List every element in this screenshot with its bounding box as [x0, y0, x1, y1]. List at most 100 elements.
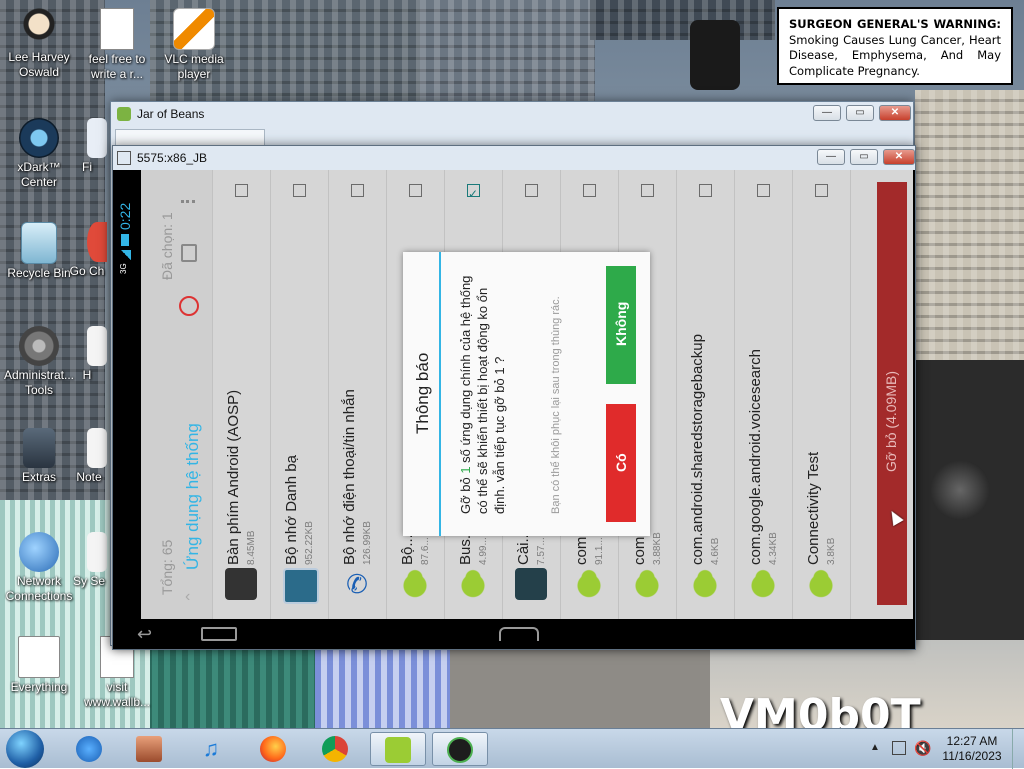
- app-checkbox[interactable]: [235, 184, 248, 197]
- no-button-label: Không: [613, 301, 629, 346]
- back-nav-icon[interactable]: ↩: [137, 625, 171, 643]
- app-size: 4.99...: [478, 537, 489, 565]
- android-icon: [747, 568, 779, 600]
- app-name: com.google.android.voicesearch: [747, 349, 764, 565]
- window-titlebar[interactable]: 5575:x86_JB: [113, 146, 915, 170]
- back-chevron-icon[interactable]: ‹: [185, 588, 190, 606]
- confirm-dialog: Thông báo Gỡ bỏ 1 số ứng dụng chính của …: [403, 252, 650, 536]
- taskbar-firefox[interactable]: [246, 732, 302, 766]
- window-titlebar[interactable]: Jar of Beans: [111, 102, 913, 126]
- desktop-icon-label: Extras: [21, 470, 56, 484]
- volume-muted-icon[interactable]: 🔇: [914, 740, 931, 757]
- close-button[interactable]: ✕: [883, 149, 915, 165]
- warning-heading: SURGEON GENERAL'S WARNING:: [789, 17, 1001, 31]
- wallpaper-toilets: [450, 650, 710, 728]
- desktop-icon-network-connections[interactable]: Network Connections: [1, 532, 77, 604]
- desktop-icon-chrome[interactable]: Go Ch: [67, 222, 107, 279]
- taskbar-media-center[interactable]: [122, 732, 178, 766]
- app-checkbox[interactable]: [641, 184, 654, 197]
- app-list-item[interactable]: Bàn phím Android (AOSP) 8.45MB: [213, 170, 271, 619]
- app-list-item[interactable]: com.android.sharedstoragebackup 4.6KB: [677, 170, 735, 619]
- android-icon: [631, 568, 663, 600]
- taskbar-itunes[interactable]: ♫: [184, 732, 240, 766]
- minimize-button[interactable]: —: [813, 105, 841, 121]
- ad-block-icon[interactable]: [179, 296, 199, 316]
- desktop-icon-text-file[interactable]: feel free to write a r...: [79, 8, 155, 82]
- warning-text: Smoking Causes Lung Cancer, Heart Diseas…: [789, 32, 1001, 78]
- signal-icon: [121, 250, 131, 260]
- wallpaper-logo-text: VM0b0T: [720, 690, 921, 728]
- app-header: Ứng dụng hệ thống Đã chọn: 1 Tổng: 65 ‹: [141, 170, 213, 619]
- emulator-app-icon: [117, 151, 131, 165]
- desktop-icon-lee-harvey-oswald[interactable]: Lee Harvey Oswald: [1, 8, 77, 80]
- music-note-icon: ♫: [202, 736, 220, 761]
- dialog-note: Bạn có thể khôi phục lại sau trong thùng…: [550, 296, 562, 514]
- app-list-item[interactable]: com.google.android.voicesearch 4.34KB: [735, 170, 793, 619]
- app-checkbox[interactable]: ✓: [467, 184, 480, 200]
- clock-time: 12:27 AM: [946, 734, 998, 748]
- show-desktop-button[interactable]: [1012, 729, 1024, 769]
- window-title: Jar of Beans: [137, 107, 205, 121]
- yes-button[interactable]: Có: [606, 404, 636, 522]
- close-button[interactable]: ✕: [879, 105, 911, 121]
- network-tray-icon[interactable]: [892, 741, 906, 755]
- taskbar-ie[interactable]: [62, 732, 118, 766]
- dialog-title: Thông báo: [413, 352, 432, 434]
- app-list-item[interactable]: Bộ nhớ điện thoại/tin nhắn 126.99KB ✆: [329, 170, 387, 619]
- internet-explorer-icon: [76, 736, 102, 762]
- recents-nav-icon[interactable]: [201, 627, 237, 641]
- app-checkbox[interactable]: [525, 184, 538, 197]
- dialog-message-count: 1: [458, 466, 473, 474]
- app-size: 3.88KB: [652, 532, 663, 565]
- app-checkbox[interactable]: [409, 184, 422, 197]
- minimize-button[interactable]: —: [817, 149, 845, 165]
- app-checkbox[interactable]: [583, 184, 596, 197]
- app-checkbox[interactable]: [757, 184, 770, 197]
- android-icon: [399, 568, 431, 600]
- maximize-button[interactable]: ▭: [846, 105, 874, 121]
- desktop-icon-system[interactable]: Sy Se: [67, 532, 111, 589]
- home-nav-icon[interactable]: [499, 627, 539, 641]
- wallpaper-speaker-head: [690, 20, 740, 90]
- overflow-menu-icon[interactable]: [181, 200, 195, 209]
- app-size: 8.45MB: [246, 530, 257, 565]
- dialog-message-pre: Gỡ bỏ: [458, 473, 473, 514]
- wallpaper-building: [590, 0, 775, 40]
- taskbar-chrome[interactable]: [308, 732, 364, 766]
- desktop-icon-notepad[interactable]: Note: [67, 428, 111, 485]
- no-button[interactable]: Không: [606, 266, 636, 384]
- app-size: 91.1...: [594, 537, 605, 565]
- app-list-item[interactable]: Bộ nhớ Danh bạ 952.22KB: [271, 170, 329, 619]
- desktop-icon-admin-tools[interactable]: Administrat... Tools: [1, 326, 77, 398]
- uninstall-button[interactable]: Gỡ bỏ (4.09MB): [877, 182, 907, 605]
- clock[interactable]: 12:27 AM 11/16/2023: [940, 734, 1004, 764]
- taskbar-and-emulator[interactable]: [432, 732, 488, 766]
- app-checkbox[interactable]: [699, 184, 712, 197]
- trash-icon[interactable]: [181, 244, 197, 262]
- show-hidden-icons-icon[interactable]: ▲: [870, 742, 880, 753]
- desktop-icon-recycle-bin[interactable]: Recycle Bin: [1, 222, 77, 281]
- desktop-icon-everything[interactable]: Everything: [1, 636, 77, 695]
- app-checkbox[interactable]: [351, 184, 364, 197]
- firefox-icon: [260, 736, 286, 762]
- desktop-icon-vlc[interactable]: VLC media player: [156, 8, 232, 82]
- start-button[interactable]: [6, 730, 44, 768]
- desktop-icon-extras[interactable]: Extras: [1, 428, 77, 485]
- app-checkbox[interactable]: [293, 184, 306, 197]
- app-name: Bộ nhớ điện thoại/tin nhắn: [341, 389, 358, 565]
- app-list-item[interactable]: Connectivity Test 3.8KB: [793, 170, 851, 619]
- maximize-button[interactable]: ▭: [850, 149, 878, 165]
- app-name: Bộ nhớ Danh bạ: [283, 455, 300, 565]
- app-checkbox[interactable]: [815, 184, 828, 197]
- contacts-storage-icon: [283, 568, 319, 604]
- app-size: 126.99KB: [362, 521, 373, 565]
- document-icon: [87, 326, 107, 366]
- jar-of-beans-app-icon: [117, 107, 131, 121]
- desktop-icon-xdark-center[interactable]: xDark™ Center: [1, 118, 77, 190]
- desktop-icon-h[interactable]: H: [67, 326, 107, 383]
- taskbar-android[interactable]: [370, 732, 426, 766]
- android-icon: [573, 568, 605, 600]
- desktop-icon-fi[interactable]: Fi: [67, 118, 107, 175]
- character-icon: [19, 8, 59, 48]
- app-size: 3.8KB: [826, 537, 837, 565]
